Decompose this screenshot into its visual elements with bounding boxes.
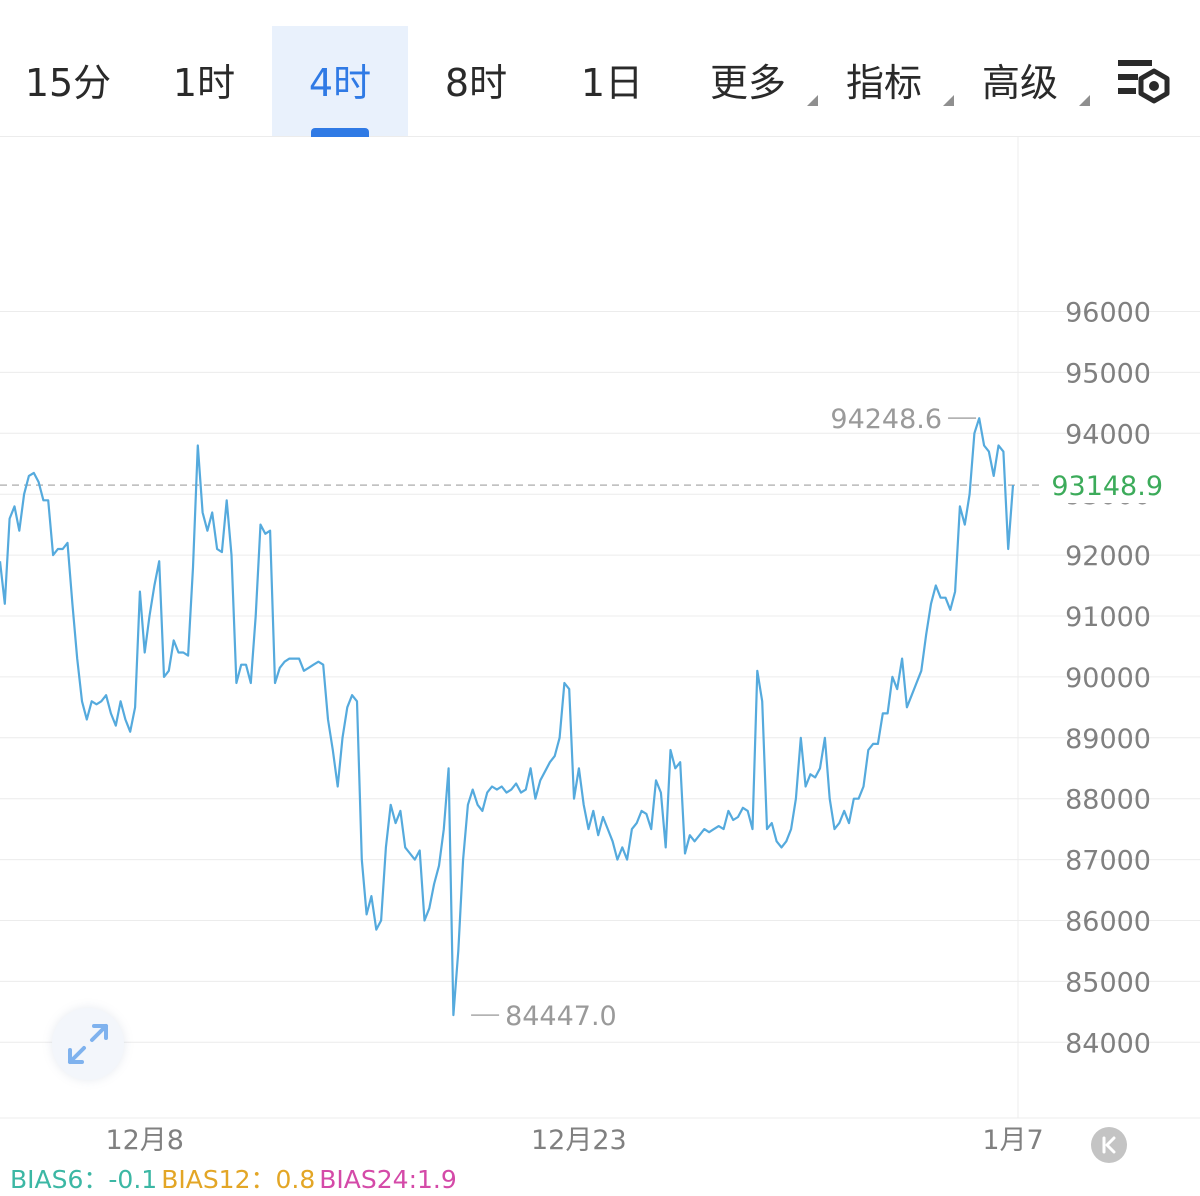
- k-chevron-icon: [1102, 1136, 1116, 1154]
- active-tab-indicator: [311, 128, 369, 137]
- timeframe-tabbar: 15分 1时 4时 8时 1日 更多 指标 高级: [0, 0, 1200, 137]
- x-tick-label: 12月8: [105, 1125, 184, 1156]
- chart-settings-icon: [1118, 60, 1170, 104]
- tab-label: 1日: [580, 60, 644, 105]
- dropdown-corner-icon: [1079, 95, 1090, 106]
- tab-2[interactable]: 4时: [272, 26, 408, 137]
- tab-6[interactable]: 指标: [816, 26, 954, 136]
- tab-label: 8时: [444, 60, 508, 105]
- max-price-label: 94248.6: [830, 404, 942, 435]
- price-series-line: [0, 417, 1015, 1017]
- tab-label: 15分: [24, 60, 112, 105]
- y-tick-label: 91000: [1065, 602, 1151, 633]
- y-tick-label: 90000: [1065, 663, 1151, 694]
- y-tick-label: 92000: [1065, 541, 1151, 572]
- tab-5[interactable]: 更多: [680, 26, 818, 136]
- bias-indicator-row: BIAS6：-0.1 BIAS12：0.8 BIAS24:1.9: [10, 1160, 461, 1194]
- indicator-value: BIAS12：0.8: [161, 1165, 316, 1194]
- y-tick-label: 88000: [1065, 785, 1151, 816]
- tab-label: 高级: [981, 60, 1058, 105]
- y-tick-label: 85000: [1065, 967, 1151, 998]
- min-price-label: 84447.0: [505, 1001, 617, 1032]
- tab-label: 1时: [172, 60, 236, 105]
- price-line-chart[interactable]: 9600095000940009300092000910009000089000…: [0, 137, 1200, 1173]
- tab-7[interactable]: 高级: [952, 26, 1090, 136]
- y-tick-label: 89000: [1065, 724, 1151, 755]
- tab-3[interactable]: 8时: [408, 26, 544, 136]
- tab-4[interactable]: 1日: [544, 26, 680, 136]
- y-tick-label: 96000: [1065, 298, 1151, 329]
- x-tick-label: 12月23: [531, 1125, 627, 1156]
- tab-1[interactable]: 1时: [136, 26, 272, 136]
- indicator-value: BIAS24:1.9: [319, 1165, 457, 1194]
- fullscreen-button[interactable]: [52, 1008, 124, 1080]
- tab-0[interactable]: 15分: [0, 26, 136, 136]
- y-tick-label: 94000: [1065, 419, 1151, 450]
- tab-label: 更多: [709, 60, 786, 105]
- tab-label: 4时: [308, 60, 372, 105]
- chart-settings-button[interactable]: [1112, 54, 1174, 114]
- expand-arrows-icon: [68, 1024, 108, 1064]
- last-price-label: 93148.9: [1051, 471, 1163, 502]
- tab-label: 指标: [845, 60, 922, 105]
- x-tick-label: 1月7: [982, 1125, 1043, 1156]
- indicator-value: BIAS6：-0.1: [10, 1165, 158, 1194]
- y-tick-label: 86000: [1065, 907, 1151, 938]
- y-tick-label: 84000: [1065, 1028, 1151, 1059]
- y-tick-label: 87000: [1065, 846, 1151, 877]
- scroll-to-start-button[interactable]: [1091, 1127, 1127, 1163]
- y-tick-label: 95000: [1065, 358, 1151, 389]
